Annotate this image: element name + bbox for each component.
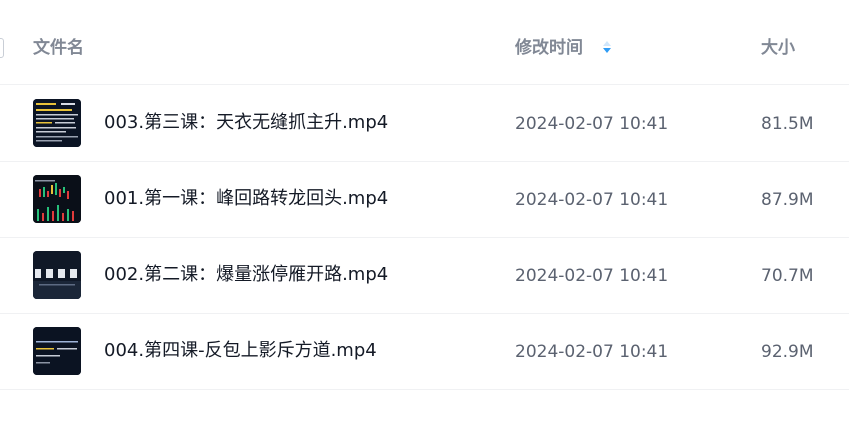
sort-descending-icon[interactable] bbox=[602, 40, 612, 54]
file-row[interactable]: 003.第三课：天衣无缝抓主升.mp4 2024-02-07 10:41 81.… bbox=[0, 85, 849, 162]
column-header-filename[interactable]: 文件名 bbox=[33, 37, 84, 59]
file-row[interactable]: 001.第一课：峰回路转龙回头.mp4 2024-02-07 10:41 87.… bbox=[0, 161, 849, 238]
column-header-modified-time[interactable]: 修改时间 bbox=[515, 37, 583, 59]
video-thumbnail-text-icon[interactable] bbox=[33, 327, 81, 375]
file-modified-time: 2024-02-07 10:41 bbox=[515, 190, 669, 210]
file-row[interactable]: 004.第四课-反包上影斥方道.mp4 2024-02-07 10:41 92.… bbox=[0, 313, 849, 390]
select-all-checkbox[interactable] bbox=[0, 38, 4, 58]
video-thumbnail-title-card-icon[interactable] bbox=[33, 251, 81, 299]
table-header: 文件名 修改时间 大小 bbox=[0, 0, 849, 85]
file-size: 87.9M bbox=[761, 190, 814, 210]
file-name[interactable]: 004.第四课-反包上影斥方道.mp4 bbox=[104, 340, 377, 362]
video-thumbnail-text-icon[interactable] bbox=[33, 99, 81, 147]
file-name[interactable]: 001.第一课：峰回路转龙回头.mp4 bbox=[104, 188, 388, 210]
file-modified-time: 2024-02-07 10:41 bbox=[515, 342, 669, 362]
file-size: 81.5M bbox=[761, 114, 814, 134]
file-modified-time: 2024-02-07 10:41 bbox=[515, 266, 669, 286]
file-row[interactable]: 002.第二课：爆量涨停雁开路.mp4 2024-02-07 10:41 70.… bbox=[0, 237, 849, 314]
file-list: 文件名 修改时间 大小 003.第三课：天衣无缝抓主升.mp4 2024-02-… bbox=[0, 0, 849, 426]
video-thumbnail-candlestick-icon[interactable] bbox=[33, 175, 81, 223]
file-size: 92.9M bbox=[761, 342, 814, 362]
file-size: 70.7M bbox=[761, 266, 814, 286]
file-modified-time: 2024-02-07 10:41 bbox=[515, 114, 669, 134]
file-name[interactable]: 002.第二课：爆量涨停雁开路.mp4 bbox=[104, 264, 388, 286]
column-header-size[interactable]: 大小 bbox=[761, 37, 795, 59]
file-name[interactable]: 003.第三课：天衣无缝抓主升.mp4 bbox=[104, 112, 388, 134]
